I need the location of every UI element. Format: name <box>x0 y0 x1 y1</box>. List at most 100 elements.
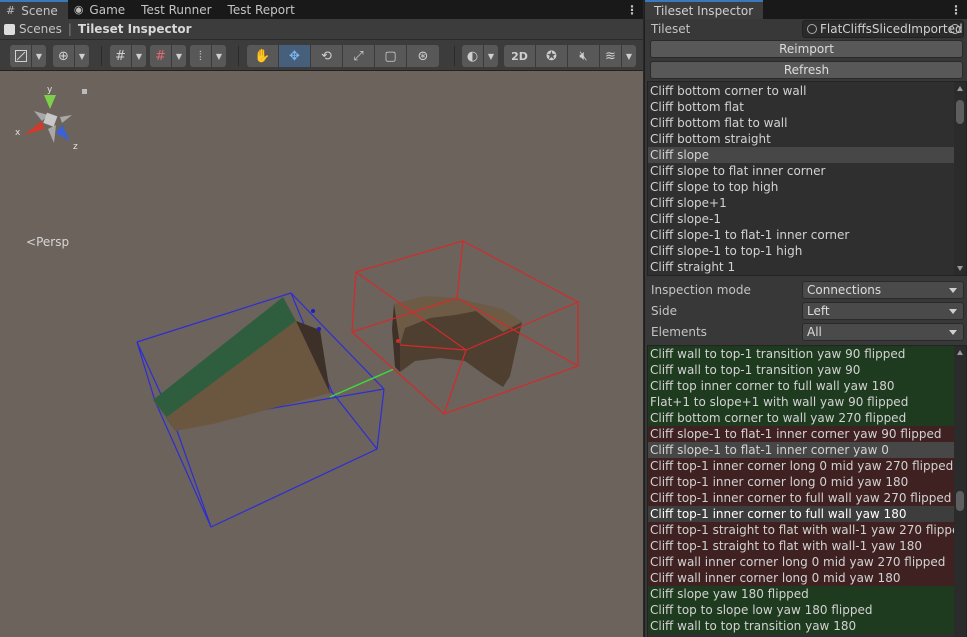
list-item[interactable]: Cliff slope to flat inner corner <box>648 163 966 179</box>
increment-group: ⦙ ▼ <box>190 45 226 67</box>
shading-dropdown[interactable]: ▼ <box>484 45 498 67</box>
draw-mode-button[interactable] <box>10 45 32 67</box>
connection-row[interactable]: Cliff slope-1 to flat-1 inner corner yaw… <box>648 426 966 442</box>
breadcrumb-current[interactable]: Tileset Inspector <box>78 22 192 36</box>
render-mode-group: ⊕ ▼ <box>53 45 89 67</box>
shading-button[interactable]: ◐ <box>462 45 484 67</box>
grid-button[interactable]: # <box>110 45 132 67</box>
connection-row[interactable]: Cliff top to slope low yaw 180 flipped <box>648 602 966 618</box>
tab-tileset-inspector[interactable]: Tileset Inspector <box>645 0 764 19</box>
tab-test-runner[interactable]: Test Runner <box>135 0 221 19</box>
list-item[interactable]: Cliff straight 1 <box>648 259 966 275</box>
perspective-icon: < <box>26 235 37 249</box>
elements-dropdown[interactable]: All <box>802 323 964 341</box>
tile-list-scrollbar[interactable] <box>954 82 966 275</box>
tileset-field-row: Tileset FlatCliffsSlicedImported <box>645 19 967 39</box>
draw-mode-dropdown[interactable]: ▼ <box>32 45 46 67</box>
transform-tool-button[interactable]: ⊛ <box>407 45 439 67</box>
globe-button[interactable]: ⊕ <box>53 45 75 67</box>
lighting-button[interactable]: ✪ <box>536 45 568 67</box>
kebab-menu-icon[interactable]: ⋮ <box>621 0 643 19</box>
scroll-up-icon[interactable] <box>957 86 963 91</box>
connection-row[interactable]: Cliff wall inner corner long 0 mid yaw 2… <box>648 554 966 570</box>
connection-row[interactable]: Cliff top-1 inner corner long 0 mid yaw … <box>648 458 966 474</box>
persp-toggle[interactable]: <Persp <box>26 235 69 249</box>
hand-icon: ✋ <box>254 48 271 64</box>
tile-list[interactable]: Cliff bottom corner to wall Cliff bottom… <box>647 81 967 276</box>
connection-row[interactable]: Cliff bottom corner to wall yaw 270 flip… <box>648 410 966 426</box>
x-axis-label: x <box>15 128 21 138</box>
scroll-up-icon[interactable] <box>957 350 963 355</box>
side-label: Side <box>651 304 677 318</box>
scroll-thumb[interactable] <box>956 100 964 124</box>
tab-game[interactable]: ◉ Game <box>68 0 135 19</box>
rect-tool-button[interactable]: ▢ <box>375 45 407 67</box>
connections-scrollbar[interactable] <box>954 346 966 637</box>
connection-row[interactable]: Cliff top inner corner to full wall yaw … <box>648 378 966 394</box>
connection-row[interactable]: Cliff slope-1 to flat-1 inner corner yaw… <box>648 442 966 458</box>
snap-grid-icon: # <box>155 48 166 64</box>
toolbar-divider <box>101 46 102 66</box>
snap-dropdown[interactable]: ▼ <box>172 45 186 67</box>
tileset-object-field[interactable]: FlatCliffsSlicedImported <box>802 20 964 38</box>
connection-row[interactable]: Cliff wall to top-1 transition yaw 90 <box>648 362 966 378</box>
breadcrumb: Scenes | Tileset Inspector <box>0 19 643 40</box>
corner-tile-mesh <box>392 296 522 387</box>
connection-row[interactable]: Flat+1 to slope+1 with wall yaw 90 flipp… <box>648 394 966 410</box>
scroll-down-icon[interactable] <box>957 266 963 271</box>
hand-tool-button[interactable]: ✋ <box>247 45 279 67</box>
move-tool-button[interactable]: ✥ <box>279 45 311 67</box>
increment-snap-button[interactable]: ⦙ <box>190 45 212 67</box>
connection-row[interactable]: Cliff top-1 straight to flat with wall-1… <box>648 538 966 554</box>
scene-viewport[interactable]: y x z <Persp <box>0 71 643 637</box>
side-dropdown[interactable]: Left <box>802 302 964 320</box>
scale-tool-button[interactable]: ⤢ <box>343 45 375 67</box>
z-axis-cone <box>56 125 70 141</box>
neg-y-cone <box>48 125 56 143</box>
tile-list-rows: Cliff bottom corner to wall Cliff bottom… <box>648 82 966 275</box>
inspection-mode-dropdown[interactable]: Connections <box>802 281 964 299</box>
globe-dropdown[interactable]: ▼ <box>75 45 89 67</box>
refresh-button[interactable]: Refresh <box>650 61 963 79</box>
list-item[interactable]: Cliff slope-1 to top-1 high <box>648 243 966 259</box>
breadcrumb-root[interactable]: Scenes <box>19 22 62 36</box>
connection-row[interactable]: Cliff wall to top-1 transition yaw 90 fl… <box>648 346 966 362</box>
list-item[interactable]: Cliff slope to top high <box>648 179 966 195</box>
snap-button[interactable]: # <box>150 45 172 67</box>
connection-row[interactable]: Cliff top-1 inner corner to full wall ya… <box>648 490 966 506</box>
tab-test-report[interactable]: Test Report <box>222 0 305 19</box>
transform-tools: ✋ ✥ ⟲ ⤢ ▢ ⊛ <box>247 45 439 67</box>
effects-dropdown[interactable]: ▼ <box>622 45 636 67</box>
connection-row[interactable]: Cliff slope yaw 180 flipped <box>648 586 966 602</box>
list-item[interactable]: Cliff slope-1 to flat-1 inner corner <box>648 227 966 243</box>
reimport-button[interactable]: Reimport <box>650 40 963 58</box>
connection-row[interactable]: Cliff wall inner corner long 0 mid yaw 1… <box>648 570 966 586</box>
list-item[interactable]: Cliff slope+1 <box>648 195 966 211</box>
connection-row[interactable]: Cliff wall to top transition yaw 180 <box>648 618 966 634</box>
scroll-thumb[interactable] <box>956 491 964 511</box>
effects-button[interactable]: ≋ <box>600 45 622 67</box>
connections-list[interactable]: Cliff wall to top-1 transition yaw 90 fl… <box>647 345 967 637</box>
list-item[interactable]: Cliff slope-1 <box>648 211 966 227</box>
grid-dropdown[interactable]: ▼ <box>132 45 146 67</box>
list-item[interactable]: Cliff bottom corner to wall <box>648 83 966 99</box>
connection-row-selected[interactable]: Cliff top-1 inner corner to full wall ya… <box>648 506 966 522</box>
elements-field-row: Elements All <box>645 322 967 342</box>
kebab-menu-icon[interactable]: ⋮ <box>945 0 967 19</box>
rotate-tool-button[interactable]: ⟲ <box>311 45 343 67</box>
list-item[interactable]: Cliff bottom flat <box>648 99 966 115</box>
orientation-gizmo[interactable]: y x z <box>10 79 100 169</box>
audio-button[interactable]: 🔇︎ <box>568 45 600 67</box>
dropdown-caret-icon <box>949 288 957 293</box>
neg-x-cone <box>60 115 72 123</box>
increment-snap-dropdown[interactable]: ▼ <box>212 45 226 67</box>
object-picker-icon[interactable] <box>950 24 960 34</box>
view-2d-button[interactable]: 2D <box>504 45 536 67</box>
y-axis-cone <box>44 95 56 109</box>
list-item-selected[interactable]: Cliff slope <box>648 147 966 163</box>
list-item[interactable]: Cliff bottom flat to wall <box>648 115 966 131</box>
connection-row[interactable]: Cliff top-1 inner corner long 0 mid yaw … <box>648 474 966 490</box>
connection-row[interactable]: Cliff top-1 straight to flat with wall-1… <box>648 522 966 538</box>
list-item[interactable]: Cliff bottom straight <box>648 131 966 147</box>
tab-scene[interactable]: # Scene <box>0 0 68 19</box>
